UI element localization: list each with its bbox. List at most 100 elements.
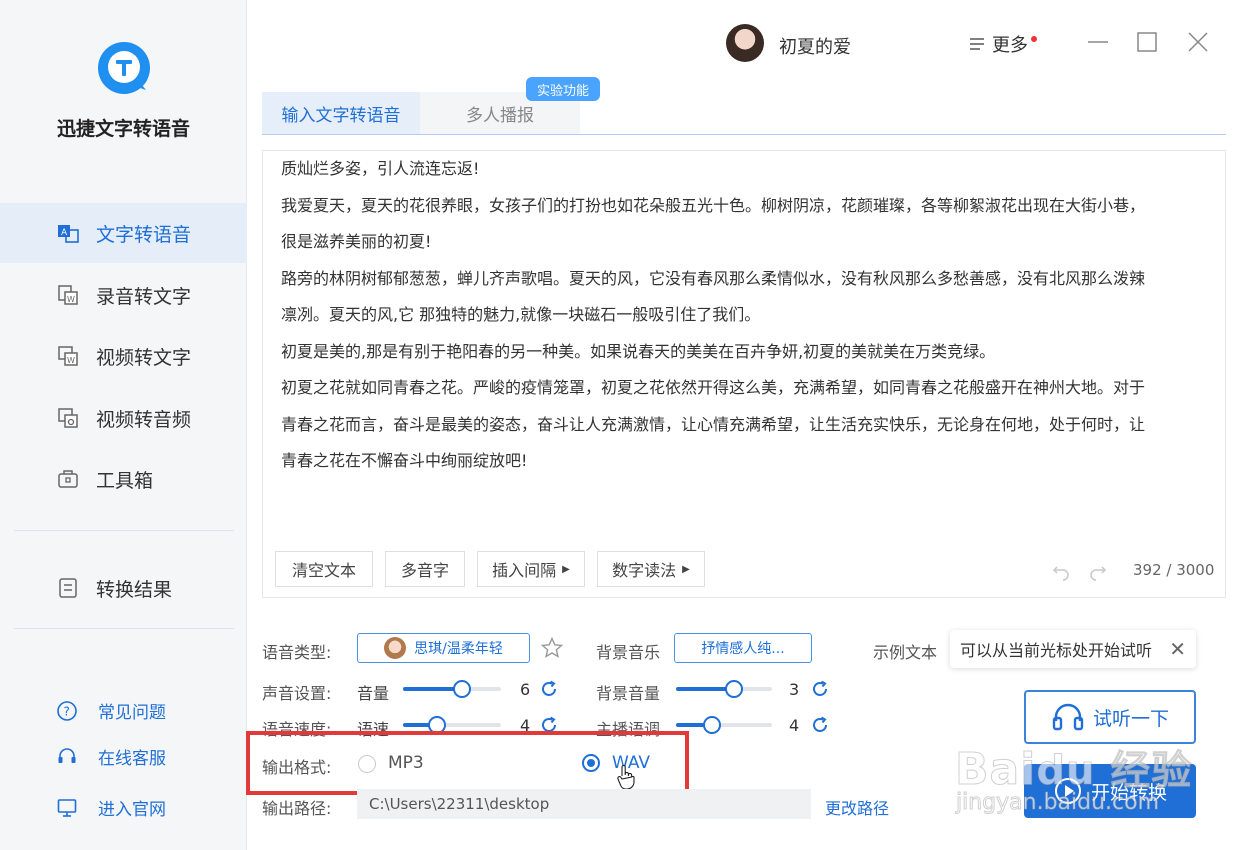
text-editor[interactable]: 质灿烂多姿，引人流连忘返! 我爱夏天，夏天的花很养眼，女孩子们的打扮也如花朵般五… xyxy=(262,150,1226,598)
pitch-slider-knob[interactable] xyxy=(703,716,721,734)
pitch-slider[interactable] xyxy=(676,716,772,734)
number-reading-button[interactable]: 数字读法 ▶ xyxy=(597,551,705,587)
polyphone-button[interactable]: 多音字 xyxy=(385,551,465,587)
baidu-watermark: Baidu 经验 xyxy=(954,744,1193,796)
close-icon[interactable] xyxy=(1186,30,1210,54)
help-item-support[interactable]: 在线客服 xyxy=(56,744,166,769)
pitch-value: 4 xyxy=(789,716,800,735)
menu-icon xyxy=(970,38,984,50)
text-to-speech-icon: A xyxy=(58,225,79,243)
number-reading-label: 数字读法 xyxy=(612,561,677,580)
listen-button[interactable]: 试听一下 xyxy=(1024,690,1196,744)
sidebar-item-toolbox[interactable]: 工具箱 xyxy=(0,449,247,509)
more-label: 更多 xyxy=(992,35,1028,56)
sidebar: 迅捷文字转语音 A 文字转语音 W 录音转文字 W 视频转文字 视频转音频 工具… xyxy=(0,0,247,850)
hand-cursor-icon xyxy=(617,764,635,790)
change-path-link[interactable]: 更改路径 xyxy=(825,795,889,819)
caret-right-icon: ▶ xyxy=(682,563,690,575)
reset-bg-volume-icon[interactable] xyxy=(811,680,829,698)
editor-line: 初夏之花就如同青春之花。严峻的疫情笼罩，初夏之花依然开得这么美，充满希望，如同青… xyxy=(281,378,1146,397)
more-menu-button[interactable]: 更多 xyxy=(968,31,1037,57)
avatar[interactable] xyxy=(726,24,764,62)
tab-text-to-speech[interactable]: 输入文字转语音 xyxy=(262,92,420,134)
sidebar-item-text-to-speech[interactable]: A 文字转语音 xyxy=(0,203,247,263)
video-to-audio-icon xyxy=(58,408,78,428)
editor-line: 青春之花而言，奋斗是最美的姿态，奋斗让人充满激情，让心情充满希望，让生活充实快乐… xyxy=(281,414,1146,434)
sidebar-item-video-to-audio[interactable]: 视频转音频 xyxy=(0,388,247,448)
editor-line: 青春之花在不懈奋斗中绚丽绽放吧! xyxy=(281,451,528,470)
sample-text-tooltip: 可以从当前光标处开始试听 ✕ xyxy=(950,630,1196,668)
sidebar-item-label: 视频转音频 xyxy=(96,408,192,431)
reset-volume-icon[interactable] xyxy=(540,680,558,698)
maximize-icon[interactable] xyxy=(1135,30,1159,54)
bg-volume-value: 3 xyxy=(789,680,800,699)
volume-value: 6 xyxy=(520,680,531,699)
sidebar-item-label: 文字转语音 xyxy=(96,223,192,246)
sample-text-label: 示例文本 xyxy=(873,643,938,662)
bg-music-select-button[interactable]: 抒情感人纯... xyxy=(674,633,812,663)
help-item-label: 常见问题 xyxy=(98,703,166,723)
volume-label: 音量 xyxy=(357,684,390,703)
username[interactable]: 初夏的爱 xyxy=(779,33,851,59)
insert-pause-label: 插入间隔 xyxy=(492,561,557,580)
editor-line: 凛冽。夏天的风,它 那独特的魅力,就像一块磁石一般吸引住了我们。 xyxy=(281,305,761,324)
redo-icon[interactable] xyxy=(1088,561,1108,581)
sound-settings-label: 声音设置: xyxy=(262,684,332,703)
baidu-watermark-url: jingyan.baidu.com xyxy=(955,790,1160,816)
listen-label: 试听一下 xyxy=(1092,707,1169,730)
sidebar-item-label: 工具箱 xyxy=(96,469,154,492)
sidebar-item-recording-to-text[interactable]: W 录音转文字 xyxy=(0,265,247,325)
rate-slider[interactable] xyxy=(403,716,501,734)
insert-pause-button[interactable]: 插入间隔 ▶ xyxy=(477,551,585,587)
voice-select-button[interactable]: 思琪/温柔年轻 xyxy=(357,633,530,663)
bg-volume-slider[interactable] xyxy=(676,680,772,698)
reset-pitch-icon[interactable] xyxy=(811,716,829,734)
format-mp3-radio[interactable] xyxy=(358,755,376,773)
sample-text: 可以从当前光标处开始试听 xyxy=(960,641,1153,660)
editor-line: 我爱夏天，夏天的花很养眼，女孩子们的打扮也如花朵般五光十色。柳树阴凉，花颜璀璨，… xyxy=(281,195,1146,215)
clear-text-label: 清空文本 xyxy=(291,561,356,580)
help-item-website[interactable]: 进入官网 xyxy=(56,795,166,820)
bg-music-label: 背景音乐 xyxy=(596,643,661,662)
sidebar-item-label: 转换结果 xyxy=(96,578,173,601)
undo-icon[interactable] xyxy=(1051,561,1071,581)
toolbox-icon xyxy=(58,470,78,488)
clear-text-button[interactable]: 清空文本 xyxy=(275,551,373,587)
minimize-icon[interactable] xyxy=(1086,30,1110,54)
editor-line: 质灿烂多姿，引人流连忘返! xyxy=(281,159,480,178)
svg-text:?: ? xyxy=(64,704,70,718)
format-wav-radio[interactable] xyxy=(582,754,600,772)
sidebar-divider xyxy=(14,628,234,629)
editor-content[interactable]: 质灿烂多姿，引人流连忘返! 我爱夏天，夏天的花很养眼，女孩子们的打扮也如花朵般五… xyxy=(281,151,1217,480)
sidebar-item-result[interactable]: 转换结果 xyxy=(0,558,247,618)
app-window: 迅捷文字转语音 A 文字转语音 W 录音转文字 W 视频转文字 视频转音频 工具… xyxy=(0,0,1246,850)
close-tooltip-icon[interactable]: ✕ xyxy=(1169,637,1186,661)
volume-slider[interactable] xyxy=(403,680,501,698)
help-item-faq[interactable]: ? 常见问题 xyxy=(56,698,166,723)
monitor-icon xyxy=(57,798,77,817)
app-logo-icon xyxy=(98,42,150,94)
svg-text:W: W xyxy=(67,356,75,365)
caret-right-icon: ▶ xyxy=(562,563,570,575)
polyphone-label: 多音字 xyxy=(400,561,449,580)
sidebar-divider xyxy=(14,530,234,531)
headphones-icon xyxy=(1052,703,1084,731)
format-mp3-label[interactable]: MP3 xyxy=(388,753,424,773)
voice-type-label: 语音类型: xyxy=(262,643,332,662)
char-count: 392 / 3000 xyxy=(1133,561,1215,579)
editor-line: 很是滋养美丽的初夏! xyxy=(281,232,432,251)
volume-slider-knob[interactable] xyxy=(453,680,471,698)
output-path-field[interactable]: C:\Users\22311\desktop xyxy=(357,789,811,819)
app-brand: 迅捷文字转语音 xyxy=(56,118,190,140)
svg-text:A: A xyxy=(61,228,68,238)
sidebar-item-video-to-text[interactable]: W 视频转文字 xyxy=(0,326,247,386)
bg-volume-label: 背景音量 xyxy=(596,684,661,703)
tab-underline xyxy=(262,134,1226,135)
editor-line: 初夏是美的,那是有别于艳阳春的另一种美。如果说春天的美美在百卉争妍,初夏的美就美… xyxy=(281,341,996,361)
sidebar-item-label: 视频转文字 xyxy=(96,346,192,369)
experimental-badge: 实验功能 xyxy=(526,77,600,101)
bg-volume-slider-knob[interactable] xyxy=(725,680,743,698)
voice-name: 思琪/温柔年轻 xyxy=(414,641,503,657)
sidebar-item-label: 录音转文字 xyxy=(96,285,192,308)
star-icon[interactable] xyxy=(540,636,564,660)
